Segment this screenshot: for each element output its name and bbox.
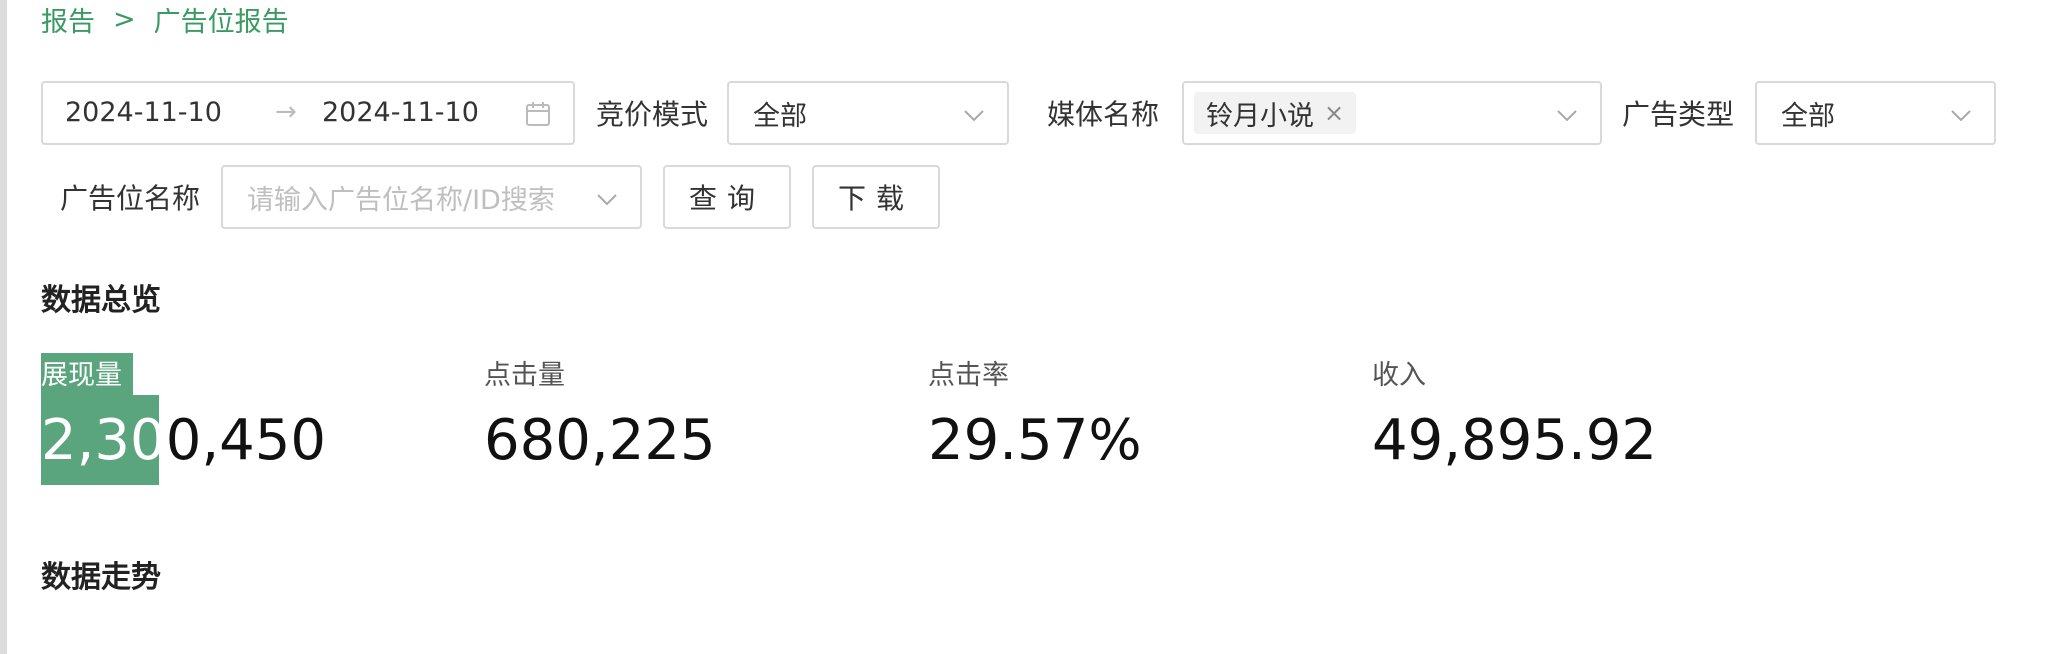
trend-title: 数据走势 <box>41 560 161 595</box>
impressions-value-rest: 0,450 <box>165 408 327 473</box>
query-button[interactable]: 查询 <box>663 165 791 229</box>
impressions-label: 展现量 <box>41 359 122 391</box>
slot-name-search-select[interactable]: 请输入广告位名称/ID搜索 <box>221 165 642 229</box>
impressions-value-selected: 2,30 <box>41 408 166 473</box>
revenue-value: 49,895.92 <box>1372 408 1658 473</box>
left-edge-divider <box>0 0 7 654</box>
breadcrumb: 报告 > 广告位报告 <box>41 0 289 38</box>
date-range-arrow: → <box>275 97 297 127</box>
revenue-label: 收入 <box>1372 359 1426 391</box>
clicks-label: 点击量 <box>484 359 565 391</box>
breadcrumb-separator: > <box>113 3 136 35</box>
date-range-picker[interactable]: 2024-11-10 → 2024-11-10 <box>41 81 575 145</box>
date-end-input[interactable]: 2024-11-10 <box>322 97 479 128</box>
slot-name-placeholder: 请输入广告位名称/ID搜索 <box>247 184 555 216</box>
chevron-down-icon <box>963 104 985 126</box>
breadcrumb-current: 广告位报告 <box>153 6 289 38</box>
ad-type-label: 广告类型 <box>1622 98 1735 131</box>
breadcrumb-parent[interactable]: 报告 <box>41 0 95 39</box>
impressions-value: 2,300,450 <box>41 406 326 476</box>
slot-name-label: 广告位名称 <box>60 182 201 215</box>
media-tag-label: 铃月小说 <box>1206 100 1314 132</box>
ad-type-select[interactable]: 全部 <box>1755 81 1996 145</box>
tag-close-icon[interactable]: × <box>1324 99 1344 127</box>
chevron-down-icon <box>596 188 618 210</box>
bid-mode-value: 全部 <box>753 100 807 132</box>
media-name-label: 媒体名称 <box>1047 98 1160 131</box>
bid-mode-select[interactable]: 全部 <box>727 81 1009 145</box>
date-start-input[interactable]: 2024-11-10 <box>65 97 222 128</box>
ad-type-value: 全部 <box>1781 100 1835 132</box>
bid-mode-label: 竞价模式 <box>596 98 709 131</box>
ctr-value: 29.57% <box>928 408 1142 473</box>
calendar-icon[interactable] <box>525 101 551 127</box>
media-name-select[interactable]: 铃月小说 × <box>1182 81 1602 145</box>
chevron-down-icon <box>1950 104 1972 126</box>
clicks-value: 680,225 <box>484 408 716 473</box>
download-button[interactable]: 下载 <box>812 165 940 229</box>
chevron-down-icon <box>1556 104 1578 126</box>
media-tag: 铃月小说 × <box>1194 92 1357 134</box>
overview-title: 数据总览 <box>41 283 161 318</box>
ctr-label: 点击率 <box>928 359 1009 391</box>
